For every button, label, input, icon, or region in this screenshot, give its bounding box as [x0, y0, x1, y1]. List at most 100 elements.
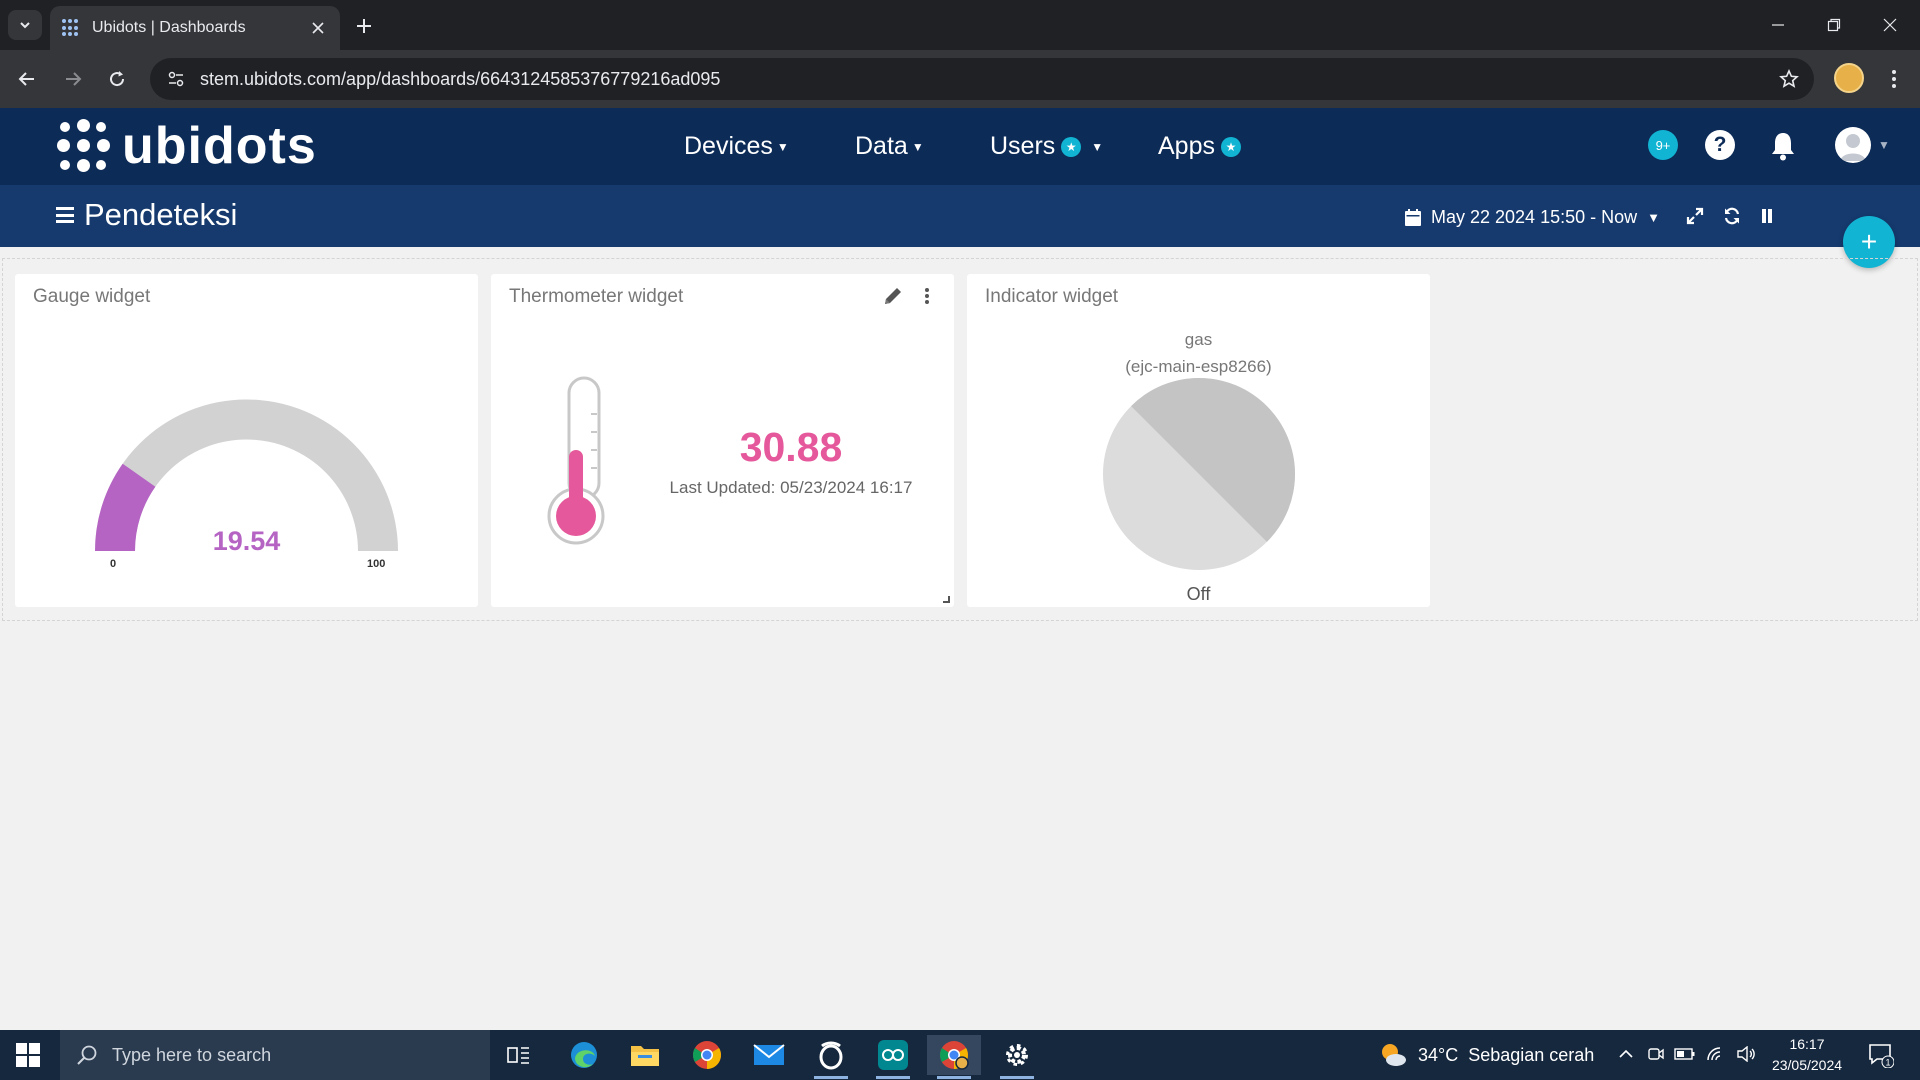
- close-window-button[interactable]: [1870, 10, 1910, 40]
- address-bar[interactable]: stem.ubidots.com/app/dashboards/66431245…: [150, 58, 1814, 100]
- star-badge-icon: ★: [1220, 136, 1241, 157]
- nav-users[interactable]: Users ★ ▼: [990, 108, 1103, 185]
- wifi-icon[interactable]: [1705, 1043, 1727, 1065]
- arrow-left-icon: [18, 72, 34, 86]
- indicator-state: Off: [1186, 584, 1211, 604]
- thermometer-icon: [547, 376, 605, 545]
- chrome-profile-icon[interactable]: [927, 1035, 981, 1079]
- fullscreen-icon[interactable]: [1684, 205, 1706, 227]
- gauge-value: 19.54: [212, 526, 281, 556]
- resize-handle[interactable]: [943, 596, 950, 603]
- system-clock[interactable]: 16:17 23/05/2024: [1762, 1034, 1852, 1076]
- thermometer-widget[interactable]: Thermometer widget 30.88 Last Updated: 0…: [491, 274, 954, 607]
- last-updated-text: Last Updated: 05/23/2024 16:17: [669, 478, 913, 497]
- browser-toolbar: stem.ubidots.com/app/dashboards/66431245…: [0, 50, 1920, 108]
- weather-condition: Sebagian cerah: [1468, 1044, 1595, 1065]
- edge-icon[interactable]: [557, 1035, 611, 1075]
- widget-title: Indicator widget: [985, 286, 1119, 307]
- file-explorer-icon[interactable]: [618, 1035, 672, 1075]
- settings-gear-icon[interactable]: [990, 1035, 1044, 1079]
- gauge-max-label: 100: [367, 558, 386, 570]
- volume-icon[interactable]: [1735, 1043, 1757, 1065]
- menu-icon[interactable]: [56, 207, 74, 223]
- battery-icon[interactable]: [1674, 1043, 1696, 1065]
- indicator-widget[interactable]: Indicator widget gas (ejc-main-esp8266) …: [967, 274, 1430, 607]
- user-avatar[interactable]: [1835, 127, 1871, 163]
- notification-center-icon[interactable]: 1: [1868, 1042, 1895, 1069]
- app-header: ubidots Devices ▼ Data ▼ Users ★ ▼ Apps …: [0, 108, 1920, 185]
- widget-title: Thermometer widget: [509, 286, 684, 307]
- thermometer-value: 30.88: [739, 424, 843, 470]
- forward-button[interactable]: [58, 64, 88, 94]
- indicator-light: [1103, 377, 1296, 570]
- ubidots-dots-icon: [56, 118, 112, 174]
- site-info-icon[interactable]: [164, 67, 188, 91]
- new-tab-button[interactable]: [350, 12, 378, 40]
- nav-users-label: Users: [990, 132, 1056, 160]
- restore-button[interactable]: [1814, 10, 1854, 40]
- nav-devices-label: Devices: [684, 132, 773, 160]
- gauge-widget[interactable]: Gauge widget 19.54 0 100: [15, 274, 478, 607]
- ubidots-favicon-icon: [62, 19, 80, 37]
- nav-apps[interactable]: Apps ★: [1158, 108, 1241, 185]
- restore-icon: [1827, 18, 1841, 32]
- clock-date: 23/05/2024: [1771, 1057, 1843, 1073]
- windows-start-icon[interactable]: [16, 1043, 40, 1067]
- help-icon[interactable]: ?: [1705, 130, 1735, 160]
- browser-profile-avatar[interactable]: [1834, 63, 1864, 93]
- indicator-variable-name: gas: [1184, 330, 1213, 349]
- pause-icon[interactable]: [1756, 205, 1778, 227]
- dashboard-toolbar: Pendeteksi May 22 2024 15:50 - Now ▼: [0, 185, 1920, 247]
- nav-devices[interactable]: Devices ▼: [684, 108, 789, 185]
- dashboard-title: Pendeteksi: [84, 197, 238, 232]
- tab-search-button[interactable]: [8, 10, 42, 40]
- arduino-icon[interactable]: [866, 1035, 920, 1079]
- logo-text: ubidots: [122, 117, 317, 175]
- caret-down-icon: ▼: [776, 139, 789, 154]
- date-range-picker[interactable]: May 22 2024 15:50 - Now ▼: [1405, 204, 1660, 230]
- user-silhouette-icon: [1840, 134, 1866, 161]
- notification-count-badge[interactable]: 9+: [1648, 130, 1678, 160]
- caret-down-icon: ▼: [1091, 139, 1104, 154]
- browser-tab-bar: Ubidots | Dashboards: [0, 0, 1920, 50]
- gauge-min-label: 0: [110, 558, 117, 570]
- url-text[interactable]: stem.ubidots.com/app/dashboards/66431245…: [200, 69, 1774, 90]
- pencil-icon[interactable]: [881, 284, 905, 308]
- caret-down-icon[interactable]: ▼: [1878, 138, 1890, 152]
- plus-icon: [357, 19, 371, 33]
- ubidots-logo[interactable]: ubidots: [56, 118, 317, 174]
- close-icon: [1883, 18, 1897, 32]
- back-button[interactable]: [12, 64, 42, 94]
- reload-icon: [110, 71, 125, 87]
- partly-sunny-icon: [1382, 1044, 1406, 1066]
- search-placeholder: Type here to search: [112, 1044, 272, 1065]
- refresh-icon[interactable]: [1721, 205, 1743, 227]
- tab-title: Ubidots | Dashboards: [92, 19, 246, 36]
- chrome-icon[interactable]: [680, 1035, 734, 1075]
- show-hidden-icons-chevron-icon[interactable]: [1615, 1043, 1637, 1065]
- reload-button[interactable]: [102, 64, 132, 94]
- task-view-icon[interactable]: [492, 1035, 546, 1075]
- search-icon: [77, 1045, 97, 1065]
- taskbar-search[interactable]: Type here to search: [60, 1030, 490, 1080]
- nav-data[interactable]: Data ▼: [855, 108, 924, 185]
- weather-widget[interactable]: 34°C Sebagian cerah: [1378, 1030, 1594, 1080]
- meet-now-icon[interactable]: [1645, 1043, 1667, 1065]
- caret-down-icon: ▼: [911, 139, 924, 154]
- date-range-label: May 22 2024 15:50 - Now: [1431, 206, 1638, 227]
- widget-menu-icon[interactable]: [919, 284, 935, 308]
- arrow-right-icon: [66, 72, 82, 86]
- tab-close-icon[interactable]: [308, 18, 328, 38]
- indicator-device-name: (ejc-main-esp8266): [1125, 357, 1272, 376]
- opera-gx-icon[interactable]: [804, 1035, 858, 1079]
- mail-icon[interactable]: [742, 1035, 796, 1075]
- bookmark-star-icon[interactable]: [1774, 64, 1804, 94]
- minimize-icon: [1772, 24, 1784, 26]
- clock-time: 16:17: [1789, 1036, 1825, 1052]
- browser-menu-icon[interactable]: [1880, 64, 1908, 94]
- bell-icon[interactable]: [1768, 130, 1798, 162]
- browser-tab-ubidots[interactable]: Ubidots | Dashboards: [50, 6, 340, 50]
- caret-down-icon: ▼: [1647, 209, 1660, 225]
- star-badge-icon: ★: [1061, 136, 1082, 157]
- minimize-button[interactable]: [1758, 10, 1798, 40]
